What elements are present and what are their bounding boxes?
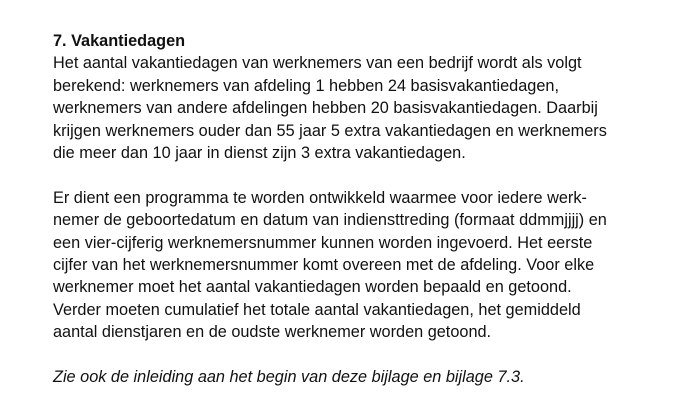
paragraph-program-requirements: Er dient een programma te worden ontwikk… [53,187,673,344]
paragraph-line: krijgen werknemers ouder dan 55 jaar 5 e… [53,121,607,140]
reference-note: Zie ook de inleiding aan het begin van d… [53,368,525,387]
paragraph-line: aantal dienstjaren en de oudste werkneme… [53,323,492,342]
paragraph-line: werknemers van andere afdelingen hebben … [53,99,598,118]
paragraph-line: berekend: werknemers van afdeling 1 hebb… [53,76,559,95]
paragraph-line: Het aantal vakantiedagen van werknemers … [53,54,582,73]
paragraph-vacation-rules: Het aantal vakantiedagen van werknemers … [53,52,673,164]
paragraph-line: Er dient een programma te worden ontwikk… [53,188,587,207]
document-body: 7. Vakantiedagen Het aantal vakantiedage… [53,30,673,388]
paragraph-line: Verder moeten cumulatief het totale aant… [53,300,581,319]
section-heading: 7. Vakantiedagen [53,32,186,50]
paragraph-line: een vier-cijferig werknemersnummer kunne… [53,233,593,252]
paragraph-line: cijfer van het werknemersnummer komt ove… [53,256,595,275]
paragraph-line: nemer de geboortedatum en datum van indi… [53,211,607,230]
paragraph-line: die meer dan 10 jaar in dienst zijn 3 ex… [53,144,466,163]
paragraph-line: werknemer moet het aantal vakantiedagen … [53,278,572,297]
